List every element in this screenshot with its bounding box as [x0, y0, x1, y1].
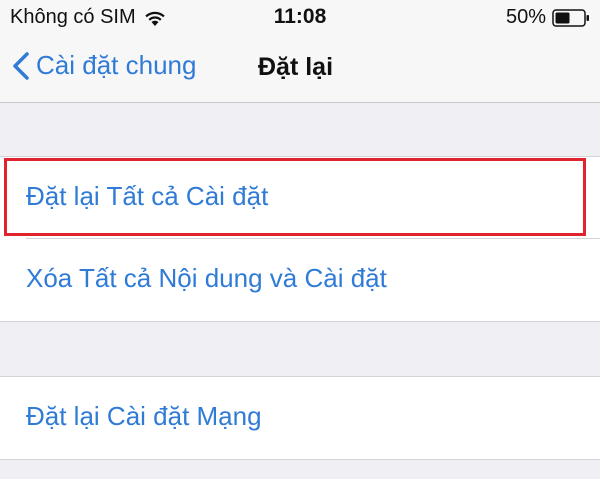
reset-all-settings-label: Đặt lại Tất cả Cài đặt — [26, 181, 269, 211]
battery-icon — [552, 8, 589, 27]
page-title: Đặt lại — [258, 53, 334, 81]
settings-group-network: Đặt lại Cài đặt Mạng — [0, 376, 600, 460]
status-battery: 50% — [506, 6, 590, 29]
back-button-label: Cài đặt chung — [36, 50, 197, 80]
reset-network-settings-row[interactable]: Đặt lại Cài đặt Mạng — [0, 377, 600, 457]
nav-bar: Cài đặt chung Đặt lại — [0, 36, 600, 103]
chevron-left-icon — [13, 51, 29, 80]
back-button[interactable]: Cài đặt chung — [12, 50, 196, 81]
status-bar: Không có SIM 11:08 50% — [0, 0, 600, 36]
reset-all-settings-row[interactable]: Đặt lại Tất cả Cài đặt — [0, 157, 600, 237]
erase-all-content-row[interactable]: Xóa Tất cả Nội dung và Cài đặt — [0, 239, 600, 319]
settings-group-reset: Đặt lại Tất cả Cài đặt Xóa Tất cả Nội du… — [0, 156, 600, 322]
battery-percent: 50% — [505, 6, 546, 28]
erase-all-content-label: Xóa Tất cả Nội dung và Cài đặt — [26, 263, 387, 293]
reset-network-settings-label: Đặt lại Cài đặt Mạng — [26, 401, 262, 431]
